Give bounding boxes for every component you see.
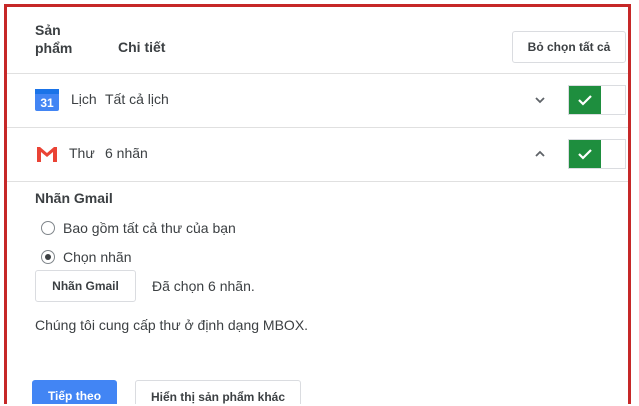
radio-selected-dot (45, 254, 51, 260)
toggle-on-indicator (569, 86, 601, 114)
product-row-calendar: 31 Lịch Tất cả lịch (7, 73, 628, 128)
product-detail-mail: 6 nhãn (105, 145, 148, 161)
toggle-on-indicator (569, 140, 601, 168)
svg-text:31: 31 (40, 96, 54, 110)
gmail-icon (35, 143, 59, 165)
deselect-all-button[interactable]: Bỏ chọn tất cả (512, 31, 626, 63)
show-more-products-button[interactable]: Hiển thị sản phẩm khác (135, 380, 301, 404)
export-panel: Sản phẩm Chi tiết Bỏ chọn tất cả 31 Lịch… (4, 4, 631, 404)
product-name-calendar: Lịch (71, 91, 97, 107)
column-header-detail: Chi tiết (118, 39, 166, 55)
toggle-calendar[interactable] (568, 85, 626, 115)
product-name-mail: Thư (69, 145, 95, 161)
product-detail-calendar: Tất cả lịch (105, 91, 169, 107)
radio-label: Chọn nhãn (63, 249, 132, 265)
next-button[interactable]: Tiếp theo (32, 380, 117, 404)
chevron-up-icon[interactable] (533, 147, 547, 161)
table-header: Sản phẩm Chi tiết Bỏ chọn tất cả (7, 7, 628, 74)
radio-label: Bao gồm tất cả thư của bạn (63, 220, 236, 236)
selected-labels-count: Đã chọn 6 nhãn. (152, 278, 255, 294)
toggle-mail[interactable] (568, 139, 626, 169)
product-row-mail: Thư 6 nhãn (7, 127, 628, 182)
export-format-note: Chúng tôi cung cấp thư ở định dạng MBOX. (35, 317, 309, 333)
radio-button[interactable] (41, 250, 55, 264)
radio-button[interactable] (41, 221, 55, 235)
google-calendar-icon: 31 (35, 89, 59, 111)
gmail-labels-button[interactable]: Nhãn Gmail (35, 270, 136, 302)
chevron-down-icon[interactable] (533, 93, 547, 107)
column-header-product: Sản phẩm (35, 22, 73, 56)
gmail-labels-title: Nhãn Gmail (35, 190, 113, 206)
